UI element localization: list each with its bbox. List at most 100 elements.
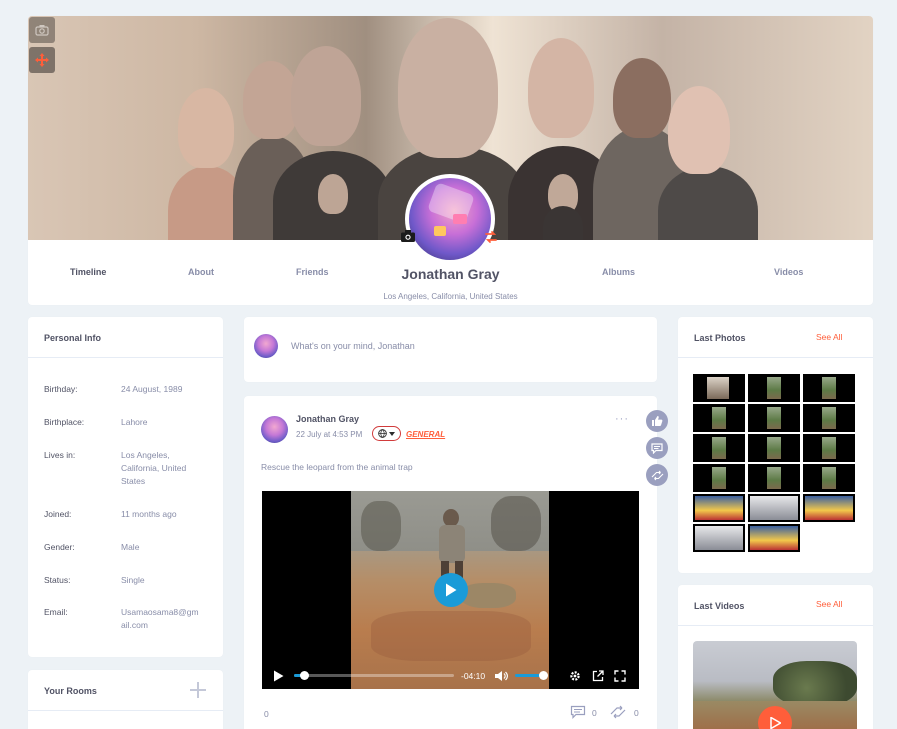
side-share-button[interactable] [646,464,668,486]
thumbs-up-icon [652,416,663,426]
info-label-lives-in: Lives in: [44,450,76,460]
fullscreen-icon[interactable] [614,670,626,682]
photo-content [767,467,781,489]
progress-handle[interactable] [299,671,309,680]
move-icon [35,53,49,67]
photo-content [750,526,798,550]
tab-videos[interactable]: Videos [774,267,803,277]
photo-content [767,377,781,399]
last-photos-title: Last Photos [694,333,746,343]
post-privacy-button[interactable] [372,426,401,441]
post-author-name[interactable]: Jonathan Gray [296,414,359,424]
last-photos-see-all[interactable]: See All [816,332,842,342]
comment-button[interactable] [570,705,586,724]
video-player[interactable]: -04:10 [262,491,639,689]
side-comment-button[interactable] [646,437,668,459]
cover-reposition-button[interactable] [29,47,55,73]
info-value-status: Single [121,575,145,585]
divider [28,710,223,711]
play-icon [769,717,781,729]
tab-timeline[interactable]: Timeline [70,267,106,277]
status-input[interactable]: What's on your mind, Jonathan [291,341,415,351]
video-controls: -04:10 [262,663,639,689]
photo-thumbnail[interactable] [748,404,800,432]
photo-content [805,496,853,520]
play-icon [446,583,457,597]
photo-thumbnail[interactable] [748,464,800,492]
like-button[interactable] [646,410,668,432]
profile-header: Timeline About Friends Jonathan Gray Los… [28,16,873,305]
photo-grid [693,374,857,552]
avatar-camera-button[interactable] [400,229,416,248]
info-label-birthplace: Birthplace: [44,417,85,427]
photo-content [822,407,836,429]
add-room-button[interactable] [188,680,208,705]
divider [678,625,873,626]
photo-thumbnail[interactable] [693,434,745,462]
like-count: 0 [264,709,269,719]
last-photos-card: Last Photos See All [678,317,873,573]
avatar-change-button[interactable] [483,229,499,250]
photo-content [712,467,726,489]
profile-name: Jonathan Gray [401,266,500,282]
progress-bar[interactable] [294,674,454,677]
photo-content [767,407,781,429]
volume-handle[interactable] [539,671,549,680]
post-timestamp: 22 July at 4:53 PM [296,430,363,439]
photo-thumbnail[interactable] [693,464,745,492]
photo-thumbnail[interactable] [693,404,745,432]
photo-thumbnail[interactable] [748,434,800,462]
tab-about[interactable]: About [188,267,214,277]
divider [28,357,223,358]
divider [678,357,873,358]
photo-content [695,526,743,550]
share-count: 0 [634,708,639,718]
profile-avatar[interactable] [405,174,495,264]
photo-thumbnail[interactable] [803,374,855,402]
last-videos-see-all[interactable]: See All [816,599,842,609]
post-category-tag[interactable]: GENERAL [406,430,445,439]
your-rooms-card: Your Rooms [28,670,223,729]
info-label-joined: Joined: [44,509,72,519]
photo-thumbnail[interactable] [693,494,745,522]
personal-info-title: Personal Info [44,333,102,343]
post-author-avatar[interactable] [261,416,288,443]
volume-icon[interactable] [494,670,508,682]
status-composer[interactable]: What's on your mind, Jonathan [244,317,657,382]
photo-thumbnail[interactable] [748,494,800,522]
tab-friends[interactable]: Friends [296,267,329,277]
photo-content [695,496,743,520]
photo-thumbnail[interactable] [748,374,800,402]
comment-icon [651,442,663,454]
photo-content [822,437,836,459]
photo-thumbnail[interactable] [693,374,745,402]
photo-content [822,467,836,489]
comment-icon [570,705,586,719]
photo-thumbnail[interactable] [748,524,800,552]
post-more-button[interactable]: ··· [615,413,629,425]
photo-thumbnail[interactable] [803,464,855,492]
camera-icon [35,25,49,36]
video-thumbnail[interactable] [693,641,857,729]
info-label-email: Email: [44,607,68,617]
globe-icon [378,429,387,438]
info-value-gender: Male [121,542,140,552]
photo-thumbnail[interactable] [803,434,855,462]
info-label-gender: Gender: [44,542,75,552]
caret-down-icon [389,431,395,436]
share-button[interactable] [609,705,627,724]
cover-camera-button[interactable] [29,17,55,43]
photo-thumbnail[interactable] [803,494,855,522]
post-text: Rescue the leopard from the animal trap [261,462,413,472]
last-videos-title: Last Videos [694,601,745,611]
profile-location: Los Angeles, California, United States [383,292,518,301]
play-button[interactable] [434,573,468,607]
photo-thumbnail[interactable] [693,524,745,552]
tab-albums[interactable]: Albums [602,267,635,277]
settings-gear-icon[interactable] [569,670,581,682]
share-icon [651,470,663,480]
play-control-icon[interactable] [273,670,284,682]
comment-count: 0 [592,708,597,718]
popout-icon[interactable] [592,670,604,682]
photo-thumbnail[interactable] [803,404,855,432]
